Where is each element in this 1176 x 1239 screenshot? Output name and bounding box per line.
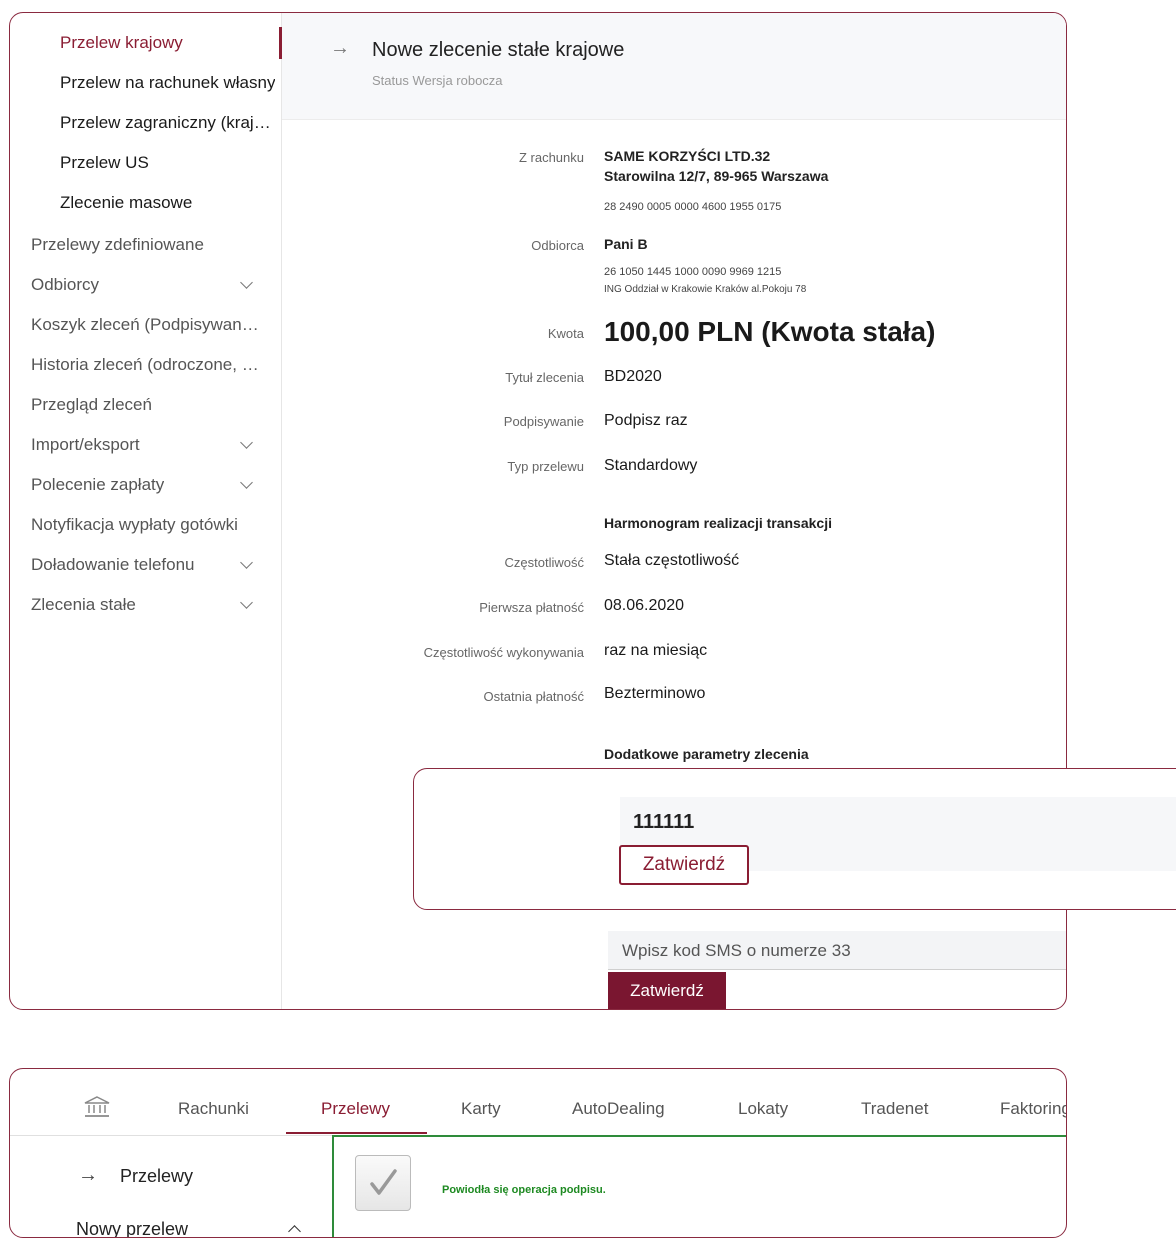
success-message: Powiodła się operacja podpisu.	[442, 1184, 606, 1196]
from-account-label: Z rachunku	[518, 150, 584, 165]
sidebar-item-nowy-przelew[interactable]: Nowy przelew	[76, 1219, 188, 1237]
amount-label: Kwota	[547, 326, 584, 341]
page-header: → Nowe zlecenie stałe krajowe Status Wer…	[282, 13, 1066, 120]
sidebar-item-przelew-wlasny[interactable]: Przelew na rachunek własny	[10, 63, 281, 103]
tab-faktoring[interactable]: Faktoring	[1000, 1099, 1066, 1119]
signing-value: Podpisz raz	[604, 412, 688, 429]
sidebar-item-notyfikacja[interactable]: Notyfikacja wypłaty gotówki	[10, 505, 281, 545]
sidebar-item-label: Przelew US	[60, 153, 149, 172]
sms-code-input[interactable]: Wpisz kod SMS o numerze 33	[608, 931, 1066, 970]
sidebar-item-label: Notyfikacja wypłaty gotówki	[31, 515, 238, 534]
sidebar-item-zlecenie-masowe[interactable]: Zlecenie masowe	[10, 183, 281, 223]
sidebar-item-label: Przelew zagraniczny (krajowy)	[60, 113, 278, 132]
sidebar-item-label: Odbiorcy	[31, 275, 100, 294]
chevron-up-icon[interactable]	[288, 1225, 301, 1237]
page-title: Nowe zlecenie stałe krajowe	[372, 39, 625, 61]
sidebar-item-label: Doładowanie telefonu	[31, 555, 195, 574]
tab-karty[interactable]: Karty	[461, 1099, 501, 1119]
first-payment-label: Pierwsza płatność	[479, 600, 584, 615]
sidebar-item-przeglad[interactable]: Przegląd zleceń	[10, 385, 281, 425]
execution-frequency-value: raz na miesiąc	[604, 642, 708, 659]
sidebar-item-label: Zlecenia stałe	[31, 595, 136, 614]
sidebar-item-odbiorcy[interactable]: Odbiorcy	[10, 265, 281, 305]
sidebar-item-label: Historia zleceń (odroczone, ...)	[31, 355, 259, 374]
amount-value: 100,00 PLN (Kwota stała)	[604, 316, 936, 347]
confirm-button-zoomed[interactable]: Zatwierdź	[619, 845, 749, 885]
sms-code-placeholder: Wpisz kod SMS o numerze 33	[622, 941, 851, 960]
recipient-account: 26 1050 1445 1000 0090 9969 1215	[604, 266, 782, 278]
from-account-name: SAME KORZYŚCI LTD.32	[604, 148, 771, 164]
from-account-address: Starowilna 12/7, 89-965 Warszawa	[604, 168, 829, 184]
sidebar-item-historia[interactable]: Historia zleceń (odroczone, ...)	[10, 345, 281, 385]
success-message-area: Powiodła się operacja podpisu.	[332, 1135, 1066, 1237]
sidebar-item-koszyk[interactable]: Koszyk zleceń (Podpisywanie)	[10, 305, 281, 345]
chevron-down-icon	[240, 436, 253, 449]
title-value: BD2020	[604, 368, 662, 385]
bank-icon[interactable]	[84, 1095, 110, 1119]
sidebar-item-przelewy[interactable]: Przelewy	[120, 1166, 193, 1187]
sidebar-item-doladowanie[interactable]: Doładowanie telefonu	[10, 545, 281, 585]
sidebar-item-zlecenia-stale[interactable]: Zlecenia stałe	[10, 585, 281, 625]
sidebar-item-label: Przelew na rachunek własny	[60, 73, 276, 92]
status-label: Status Wersja robocza	[372, 73, 503, 88]
sidebar-item-przelew-krajowy[interactable]: Przelew krajowy	[10, 23, 282, 63]
recipient-name: Pani B	[604, 236, 648, 252]
recipient-bank: ING Oddział w Krakowie Kraków al.Pokoju …	[604, 284, 807, 295]
tab-rachunki[interactable]: Rachunki	[178, 1099, 249, 1119]
title-label: Tytuł zlecenia	[505, 370, 584, 385]
confirm-button[interactable]: Zatwierdź	[608, 972, 726, 1009]
sidebar-item-label: Import/eksport	[31, 435, 140, 454]
sms-code-zoom-callout: 111111 Zatwierdź	[413, 768, 1176, 910]
last-payment-value: Bezterminowo	[604, 685, 706, 702]
frequency-label: Częstotliwość	[504, 555, 584, 570]
from-account-number: 28 2490 0005 0000 4600 1955 0175	[604, 201, 782, 213]
sidebar-item-polecenie-zaplaty[interactable]: Polecenie zapłaty	[10, 465, 281, 505]
sidebar-item-label: Przelewy zdefiniowane	[31, 235, 204, 254]
active-tab-indicator	[286, 1132, 427, 1134]
sidebar-item-przelewy-zdefiniowane[interactable]: Przelewy zdefiniowane	[10, 225, 281, 265]
chevron-down-icon	[240, 276, 253, 289]
success-panel: Rachunki Przelewy Karty AutoDealing Loka…	[9, 1068, 1067, 1238]
sidebar: Przelew krajowy Przelew na rachunek włas…	[10, 13, 282, 1009]
transfer-type-value: Standardowy	[604, 457, 698, 474]
sms-code-value: 111111	[633, 811, 695, 833]
sidebar-item-label: Polecenie zapłaty	[31, 475, 165, 494]
recipient-label: Odbiorca	[531, 238, 584, 253]
sidebar-item-przelew-zagraniczny[interactable]: Przelew zagraniczny (krajowy)	[10, 103, 281, 143]
chevron-down-icon	[240, 556, 253, 569]
extra-params-section-title: Dodatkowe parametry zlecenia	[604, 746, 809, 762]
schedule-section-title: Harmonogram realizacji transakcji	[604, 515, 832, 531]
transfer-type-label: Typ przelewu	[507, 459, 584, 474]
tab-tradenet[interactable]: Tradenet	[861, 1099, 928, 1119]
arrow-right-icon: →	[330, 37, 350, 59]
chevron-down-icon	[240, 476, 253, 489]
arrow-right-icon: →	[78, 1164, 98, 1186]
execution-frequency-label: Częstotliwość wykonywania	[423, 645, 584, 660]
signing-label: Podpisywanie	[503, 414, 584, 429]
sidebar-item-import-eksport[interactable]: Import/eksport	[10, 425, 281, 465]
tab-przelewy[interactable]: Przelewy	[321, 1099, 390, 1119]
sidebar-item-label: Przelew krajowy	[60, 33, 183, 52]
sidebar-item-przelew-us[interactable]: Przelew US	[10, 143, 281, 183]
frequency-value: Stała częstotliwość	[604, 552, 740, 569]
first-payment-value: 08.06.2020	[604, 597, 685, 614]
sidebar-item-label: Przegląd zleceń	[31, 395, 152, 414]
tab-lokaty[interactable]: Lokaty	[738, 1099, 788, 1119]
last-payment-label: Ostatnia płatność	[483, 689, 584, 704]
tab-autodealing[interactable]: AutoDealing	[572, 1099, 665, 1119]
sidebar-item-label: Zlecenie masowe	[60, 193, 193, 212]
checkmark-icon	[355, 1155, 411, 1211]
chevron-down-icon	[240, 596, 253, 609]
sidebar-item-label: Koszyk zleceń (Podpisywanie)	[31, 315, 259, 334]
top-nav: Rachunki Przelewy Karty AutoDealing Loka…	[10, 1069, 1066, 1136]
